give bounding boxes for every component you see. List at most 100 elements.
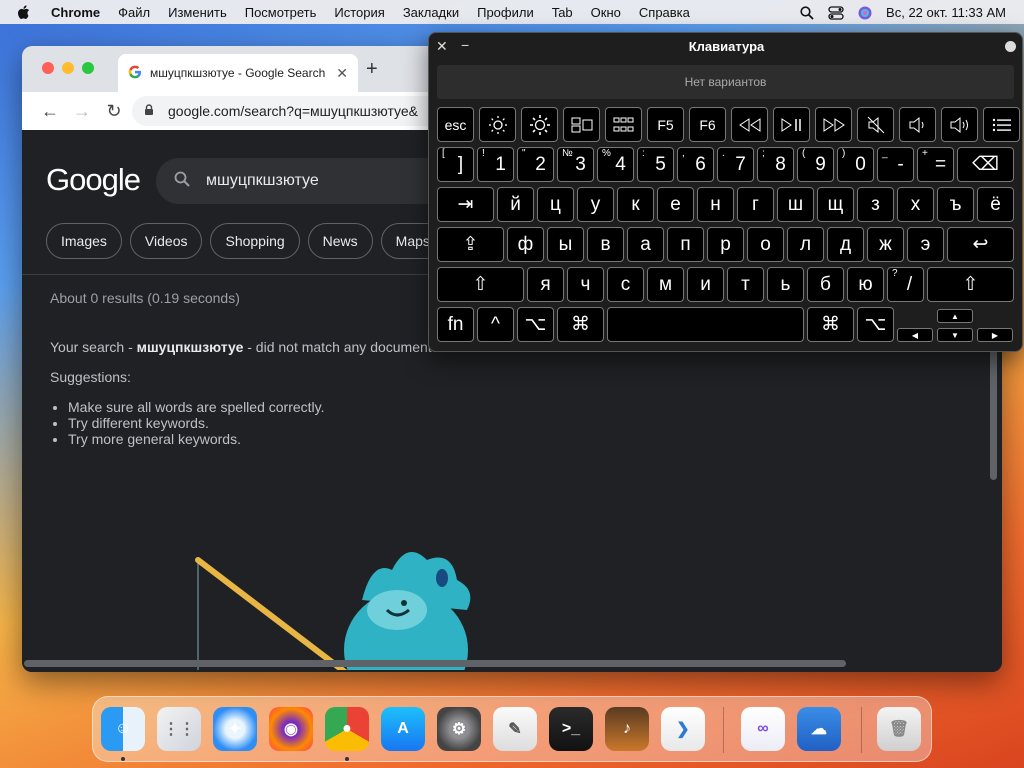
garageband-icon[interactable]: ♪ [605,707,649,751]
key-б[interactable]: б [807,267,844,302]
menu-window[interactable]: Окно [582,5,630,20]
key-ы[interactable]: ы [547,227,584,262]
key-brightness-down-icon[interactable] [479,107,516,142]
key-й[interactable]: й [497,187,534,222]
visual-studio-icon[interactable]: ∞ [741,707,785,751]
menu-tab[interactable]: Tab [543,5,582,20]
key--[interactable]: _ - [877,147,914,182]
key-ъ[interactable]: ъ [937,187,974,222]
key-р[interactable]: р [707,227,744,262]
spotlight-search-icon[interactable] [793,4,821,20]
delete-key[interactable]: ⌫ [957,147,1014,182]
key-ь[interactable]: ь [767,267,804,302]
chip-news[interactable]: News [307,223,373,259]
menu-edit[interactable]: Изменить [159,5,236,20]
key-volume-up-icon[interactable] [941,107,978,142]
key-6[interactable]: ,6 [677,147,714,182]
chip-images[interactable]: Images [46,223,122,259]
key-о[interactable]: о [747,227,784,262]
system-settings-icon[interactable]: ⚙ [437,707,481,751]
key-г[interactable]: г [737,187,774,222]
space-key[interactable] [607,307,804,342]
key-=[interactable]: + = [917,147,954,182]
close-window-button[interactable] [42,62,54,74]
vscode-icon[interactable]: ❯ [661,707,705,751]
menu-file[interactable]: Файл [109,5,159,20]
up-arrow-key[interactable]: ▲ [937,309,973,323]
key-1[interactable]: ! 1 [477,147,514,182]
browser-tab[interactable]: мшуцпкшзютуе - Google Search ✕ [118,54,358,92]
down-arrow-key[interactable]: ▼ [937,328,973,342]
key-f5[interactable]: F5 [647,107,684,142]
tab-key[interactable]: ⇥ [437,187,494,222]
key-я[interactable]: я [527,267,564,302]
options-icon[interactable] [1005,41,1016,52]
menu-bookmarks[interactable]: Закладки [394,5,468,20]
key-ч[interactable]: ч [567,267,604,302]
site-info-icon[interactable] [142,103,156,120]
key-с[interactable]: с [607,267,644,302]
left-command-key[interactable]: ⌘ [557,307,604,342]
key-щ[interactable]: щ [817,187,854,222]
key-н[interactable]: н [697,187,734,222]
clock[interactable]: Вс, 22 окт. 11:33 AM [879,5,1024,20]
safari-icon[interactable]: ✦ [213,707,257,751]
key-м[interactable]: м [647,267,684,302]
terminal-icon[interactable]: >_ [549,707,593,751]
right-shift-key[interactable]: ⇧ [927,267,1014,302]
key-т[interactable]: т [727,267,764,302]
key-и[interactable]: и [687,267,724,302]
menu-history[interactable]: История [325,5,393,20]
textedit-icon[interactable]: ✎ [493,707,537,751]
chrome-icon[interactable]: ● [325,707,369,751]
key-esc[interactable]: esc [437,107,474,142]
new-tab-button[interactable]: + [366,58,378,81]
chip-videos[interactable]: Videos [129,223,203,259]
menu-help[interactable]: Справка [630,5,699,20]
control-key[interactable]: ^ [477,307,514,342]
key-mute-icon[interactable] [857,107,894,142]
fn-key[interactable]: fn [437,307,474,342]
key-ф[interactable]: ф [507,227,544,262]
key-4[interactable]: % 4 [597,147,634,182]
key-slash[interactable]: ? / [887,267,924,302]
left-arrow-key[interactable]: ◀ [897,328,933,342]
key-play-pause-icon[interactable] [773,107,810,142]
key-ё[interactable]: ё [977,187,1014,222]
minimize-window-button[interactable] [62,62,74,74]
google-logo[interactable]: Google [46,162,141,198]
left-shift-key[interactable]: ⇧ [437,267,524,302]
finder-icon[interactable]: ☺ [101,707,145,751]
horizontal-scrollbar[interactable] [24,660,846,667]
key-л[interactable]: л [787,227,824,262]
chip-shopping[interactable]: Shopping [210,223,300,259]
key-9[interactable]: (9 [797,147,834,182]
key-ю[interactable]: ю [847,267,884,302]
apple-menu-icon[interactable] [12,4,34,21]
key-д[interactable]: д [827,227,864,262]
key-7[interactable]: .7 [717,147,754,182]
key-п[interactable]: п [667,227,704,262]
close-tab-icon[interactable]: ✕ [336,65,348,82]
control-center-icon[interactable] [821,4,851,20]
key-][interactable]: [] [437,147,474,182]
key-е[interactable]: е [657,187,694,222]
key-fast-forward-icon[interactable] [815,107,852,142]
key-launchpad-icon[interactable] [605,107,642,142]
menu-view[interactable]: Посмотреть [236,5,326,20]
menu-app-name[interactable]: Chrome [34,5,109,20]
right-arrow-key[interactable]: ▶ [977,328,1013,342]
key-з[interactable]: з [857,187,894,222]
left-option-key[interactable]: ⌥ [517,307,554,342]
right-command-key[interactable]: ⌘ [807,307,854,342]
caps-lock-key[interactable]: ⇪ [437,227,504,262]
key-volume-down-icon[interactable] [899,107,936,142]
app-store-icon[interactable]: A [381,707,425,751]
return-key[interactable]: ↩ [947,227,1014,262]
key-8[interactable]: ; 8 [757,147,794,182]
launchpad-icon[interactable]: ⋮⋮ [157,707,201,751]
key-brightness-up-icon[interactable] [521,107,558,142]
key-в[interactable]: в [587,227,624,262]
key-у[interactable]: у [577,187,614,222]
key-э[interactable]: э [907,227,944,262]
